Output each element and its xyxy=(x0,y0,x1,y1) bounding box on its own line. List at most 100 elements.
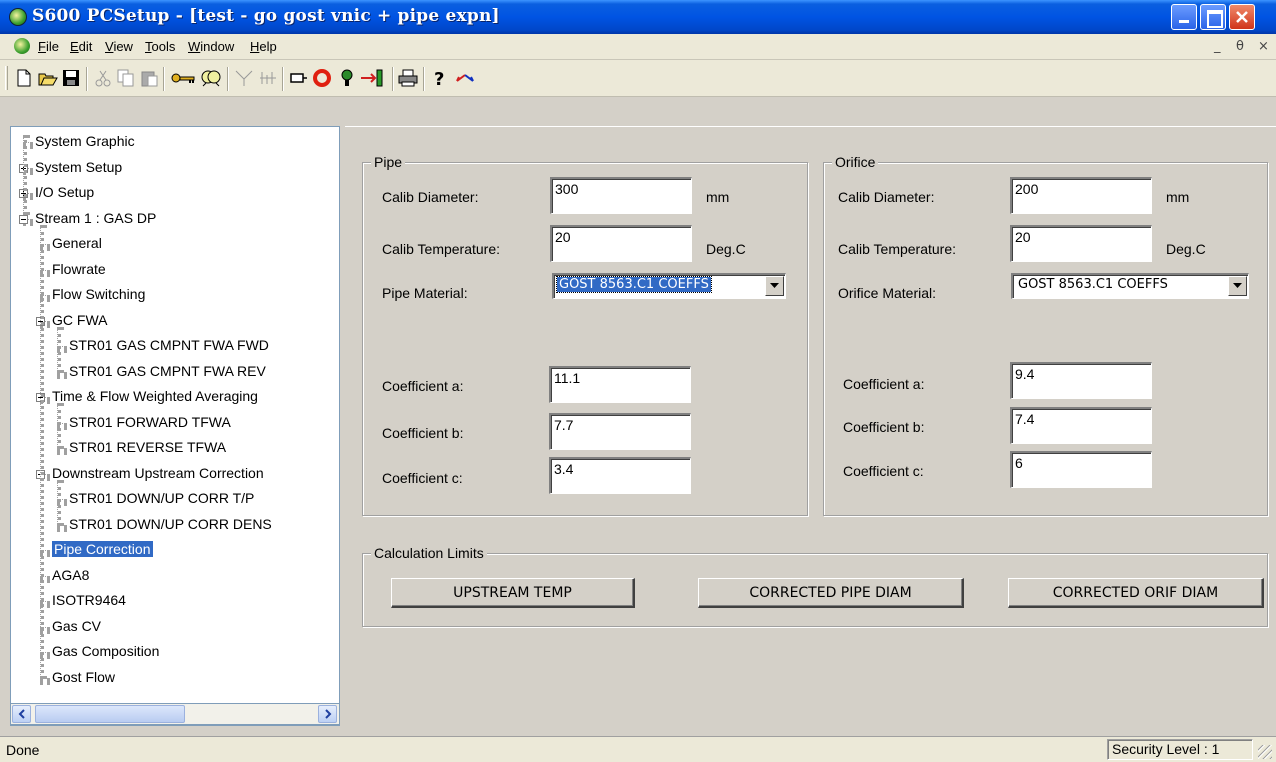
tree-item[interactable]: System Setup xyxy=(35,159,122,175)
menu-edit[interactable]: Edit xyxy=(70,39,92,54)
tree-item-selected[interactable]: Pipe Correction xyxy=(52,541,153,557)
tree-item[interactable]: Gas Composition xyxy=(52,643,159,659)
orifice-material-select[interactable]: GOST 8563.C1 COEFFS xyxy=(1011,273,1249,299)
connect-icon[interactable] xyxy=(234,68,254,88)
tree-item[interactable]: Gas CV xyxy=(52,618,101,634)
tree-item[interactable]: Gost Flow xyxy=(52,669,115,685)
tree-item-label: Gas CV xyxy=(52,617,102,634)
tree-item[interactable]: STR01 GAS CMPNT FWA FWD xyxy=(69,337,269,353)
tree-item[interactable]: Time & Flow Weighted Averaging xyxy=(52,388,258,404)
menu-window[interactable]: Window xyxy=(188,39,234,54)
document-icon[interactable] xyxy=(14,38,30,54)
mdi-restore-button[interactable]: θ xyxy=(1236,39,1244,54)
orifice-coef-a-input[interactable]: 9.4 xyxy=(1010,362,1152,399)
ring-icon[interactable] xyxy=(312,68,332,88)
toolbar-separator xyxy=(392,67,394,91)
transfer-icon[interactable] xyxy=(359,68,385,88)
menu-view[interactable]: View xyxy=(105,39,133,54)
bulb-icon[interactable] xyxy=(337,68,357,88)
pipe-calib-temperature-input[interactable]: 20 xyxy=(550,225,692,262)
orifice-coef-b-input[interactable]: 7.4 xyxy=(1010,407,1152,444)
tree-item[interactable]: Flow Switching xyxy=(52,286,145,302)
upstream-temp-button[interactable]: UPSTREAM TEMP xyxy=(391,578,635,608)
key-icon[interactable] xyxy=(170,68,196,88)
scroll-left-arrow[interactable] xyxy=(12,705,31,723)
pipe-coef-c-input[interactable]: 3.4 xyxy=(549,457,691,494)
toolbar-grip[interactable] xyxy=(5,66,8,90)
tree-horizontal-scrollbar[interactable] xyxy=(10,703,340,725)
orifice-coef-a-label: Coefficient a: xyxy=(843,376,925,392)
toolbar-separator xyxy=(86,67,88,91)
close-button[interactable] xyxy=(1229,4,1255,30)
paste-icon[interactable] xyxy=(139,68,159,88)
tree-item[interactable]: General xyxy=(52,235,102,251)
orifice-material-label: Orifice Material: xyxy=(838,285,937,301)
pipe-group: Pipe Calib Diameter: 300 mm Calib Temper… xyxy=(362,154,808,516)
mdi-close-button[interactable]: × xyxy=(1258,39,1269,54)
tree-item[interactable]: System Graphic xyxy=(35,133,135,149)
open-icon[interactable] xyxy=(38,68,58,88)
pipe-calib-diameter-input[interactable]: 300 xyxy=(550,177,692,214)
maximize-button[interactable] xyxy=(1200,4,1226,30)
orifice-coef-b-label: Coefficient b: xyxy=(843,419,925,435)
save-icon[interactable] xyxy=(61,68,81,88)
pipe-coef-a-input[interactable]: 11.1 xyxy=(549,366,691,403)
orifice-material-value: GOST 8563.C1 COEFFS xyxy=(1018,277,1168,292)
tree-item[interactable]: Flowrate xyxy=(52,261,106,277)
compare-icon[interactable] xyxy=(258,68,278,88)
tree-item-label: Gost Flow xyxy=(52,668,116,685)
pipe-material-select[interactable]: GOST 8563.C1 COEFFS xyxy=(552,273,786,299)
orifice-calib-diameter-input[interactable]: 200 xyxy=(1010,177,1152,214)
tree-item-label: Stream 1 : GAS DP xyxy=(35,209,157,226)
tree-item-label: AGA8 xyxy=(52,566,90,583)
copy-icon[interactable] xyxy=(116,68,136,88)
orifice-material-dropdown-button[interactable] xyxy=(1228,276,1247,296)
orifice-calib-temperature-input[interactable]: 20 xyxy=(1010,225,1152,262)
orifice-coef-c-input[interactable]: 6 xyxy=(1010,451,1152,488)
tree-item[interactable]: Downstream Upstream Correction xyxy=(52,465,264,481)
mdi-minimize-button[interactable]: _ xyxy=(1214,39,1221,54)
status-text: Done xyxy=(6,742,40,758)
tree-item[interactable]: Stream 1 : GAS DP xyxy=(35,210,156,226)
help-icon[interactable]: ? xyxy=(430,68,450,88)
tree-item[interactable]: STR01 FORWARD TFWA xyxy=(69,414,231,430)
app-icon[interactable] xyxy=(9,8,27,26)
cut-icon[interactable] xyxy=(93,68,113,88)
minimize-button[interactable] xyxy=(1171,4,1197,30)
tree-item[interactable]: ISOTR9464 xyxy=(52,592,126,608)
scroll-right-arrow[interactable] xyxy=(318,705,337,723)
collapse-icon[interactable] xyxy=(19,214,28,224)
corrected-orif-diam-button[interactable]: CORRECTED ORIF DIAM xyxy=(1008,578,1264,608)
tree-item[interactable]: STR01 DOWN/UP CORR T/P xyxy=(69,490,254,506)
menu-file[interactable]: File xyxy=(38,39,59,54)
pipe-material-dropdown-button[interactable] xyxy=(765,276,784,296)
tree-item[interactable]: STR01 DOWN/UP CORR DENS xyxy=(69,516,272,532)
print-icon[interactable] xyxy=(398,68,418,88)
tree-item[interactable]: STR01 REVERSE TFWA xyxy=(69,439,226,455)
new-icon[interactable] xyxy=(14,68,34,88)
find-icon[interactable] xyxy=(201,68,221,88)
menu-help[interactable]: Help xyxy=(250,39,277,54)
exchange-icon[interactable] xyxy=(452,68,478,88)
tree-item-label: STR01 DOWN/UP CORR T/P xyxy=(69,490,255,506)
chevron-right-icon xyxy=(324,709,331,719)
tree-item[interactable]: GC FWA xyxy=(52,312,107,328)
menu-tools[interactable]: Tools xyxy=(145,39,175,54)
chevron-down-icon xyxy=(1233,283,1242,288)
tree-item-label: System Graphic xyxy=(35,133,135,149)
tree-connector xyxy=(57,479,61,526)
tree-item-label: Pipe Correction xyxy=(52,541,153,557)
pipe-material-label: Pipe Material: xyxy=(382,285,468,301)
pipe-coef-b-input[interactable]: 7.7 xyxy=(549,413,691,450)
resize-grip-icon[interactable] xyxy=(1258,745,1272,759)
orifice-coef-c-label: Coefficient c: xyxy=(843,463,924,479)
tree-item[interactable]: AGA8 xyxy=(52,567,89,583)
tree-item[interactable]: STR01 GAS CMPNT FWA REV xyxy=(69,363,266,379)
tree-item[interactable]: I/O Setup xyxy=(35,184,94,200)
port-icon[interactable] xyxy=(288,68,308,88)
calculation-limits-legend: Calculation Limits xyxy=(371,545,487,561)
navigation-tree[interactable]: System Graphic System Setup I/O Setup Strea… xyxy=(10,126,340,726)
corrected-pipe-diam-button[interactable]: CORRECTED PIPE DIAM xyxy=(698,578,964,608)
pipe-calib-diameter-unit: mm xyxy=(706,189,730,205)
scroll-thumb[interactable] xyxy=(35,705,185,723)
